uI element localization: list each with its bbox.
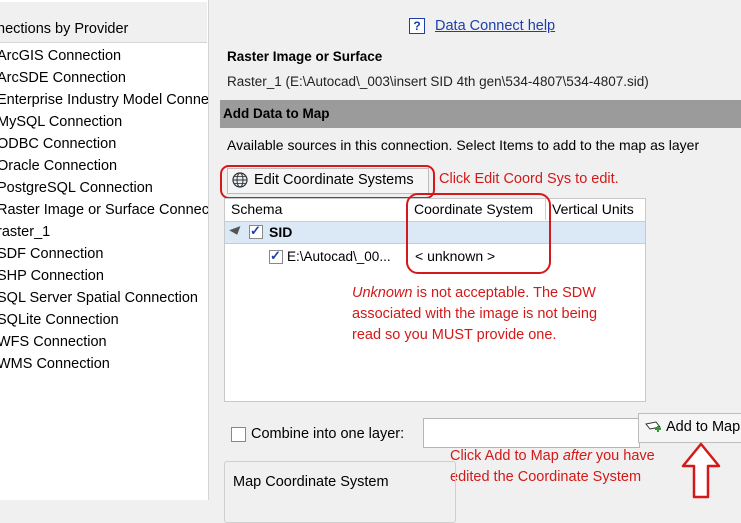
provider-panel-title: nections by Provider — [0, 21, 129, 37]
data-connect-help-link[interactable]: Data Connect help — [435, 18, 555, 34]
connection-item-shp[interactable]: SHP Connection — [0, 265, 208, 287]
connection-item-enterprise[interactable]: Enterprise Industry Model Conne — [0, 89, 208, 111]
map-coordinate-system-group — [224, 461, 456, 523]
add-to-map-button[interactable]: Add to Map — [638, 413, 741, 443]
connection-item-oracle[interactable]: Oracle Connection — [0, 155, 208, 177]
add-to-map-icon — [645, 421, 661, 432]
add-data-section-title: Add Data to Map — [223, 106, 330, 121]
combine-layers-label: Combine into one layer: — [251, 426, 405, 442]
unknown-emphasis: Unknown — [352, 285, 413, 301]
connection-item-raster[interactable]: Raster Image or Surface Connec — [0, 199, 208, 221]
edit-coord-annotation: Click Edit Coord Sys to edit. — [439, 171, 619, 187]
coordinate-system-highlight — [406, 193, 551, 274]
connection-item-sdf[interactable]: SDF Connection — [0, 243, 208, 265]
connection-item-sqlserver[interactable]: SQL Server Spatial Connection — [0, 287, 208, 309]
connection-item-wfs[interactable]: WFS Connection — [0, 331, 208, 353]
add-to-map-annotation: Click Add to Map after you have edited t… — [450, 446, 690, 488]
add-to-map-label: Add to Map — [666, 419, 741, 435]
add-data-section-bar: Add Data to Map — [220, 100, 741, 128]
help-icon[interactable]: ? — [409, 18, 425, 34]
connection-item-wms[interactable]: WMS Connection — [0, 353, 208, 375]
file-checkbox[interactable] — [269, 248, 283, 264]
map-coordinate-system-label: Map Coordinate System — [233, 474, 389, 490]
column-header-schema[interactable]: Schema — [225, 199, 408, 220]
file-name-cell: E:\Autocad\_00... — [287, 249, 391, 264]
connection-item-raster-1[interactable]: raster_1 — [0, 221, 208, 243]
raster-path: Raster_1 (E:\Autocad\_003\insert SID 4th… — [227, 74, 649, 89]
add-note-emphasis: after — [562, 448, 592, 464]
raster-title: Raster Image or Surface — [227, 49, 383, 64]
edit-button-highlight — [220, 165, 435, 199]
connection-list: ArcGIS Connection ArcSDE Connection Ente… — [0, 45, 208, 375]
connection-item-arcsde[interactable]: ArcSDE Connection — [0, 67, 208, 89]
provider-panel-header: nections by Provider — [0, 2, 207, 43]
connection-item-sqlite[interactable]: SQLite Connection — [0, 309, 208, 331]
add-note-part1: Click Add to Map — [450, 448, 563, 464]
combine-layers-checkbox[interactable] — [231, 427, 246, 442]
available-sources-text: Available sources in this connection. Se… — [227, 137, 700, 153]
sid-schema-label: SID — [269, 224, 293, 240]
connection-item-postgresql[interactable]: PostgreSQL Connection — [0, 177, 208, 199]
connection-item-odbc[interactable]: ODBC Connection — [0, 133, 208, 155]
column-header-vertical-units[interactable]: Vertical Units — [546, 199, 645, 220]
layer-name-input[interactable] — [423, 418, 640, 448]
provider-panel: nections by Provider ArcGIS Connection A… — [0, 0, 209, 500]
connection-item-arcgis[interactable]: ArcGIS Connection — [0, 45, 208, 67]
up-arrow-icon — [681, 442, 721, 499]
connection-item-mysql[interactable]: MySQL Connection — [0, 111, 208, 133]
expand-collapse-icon[interactable] — [229, 226, 243, 237]
sid-checkbox[interactable] — [249, 223, 263, 239]
unknown-annotation: Unknown is not acceptable. The SDW assoc… — [352, 283, 622, 346]
